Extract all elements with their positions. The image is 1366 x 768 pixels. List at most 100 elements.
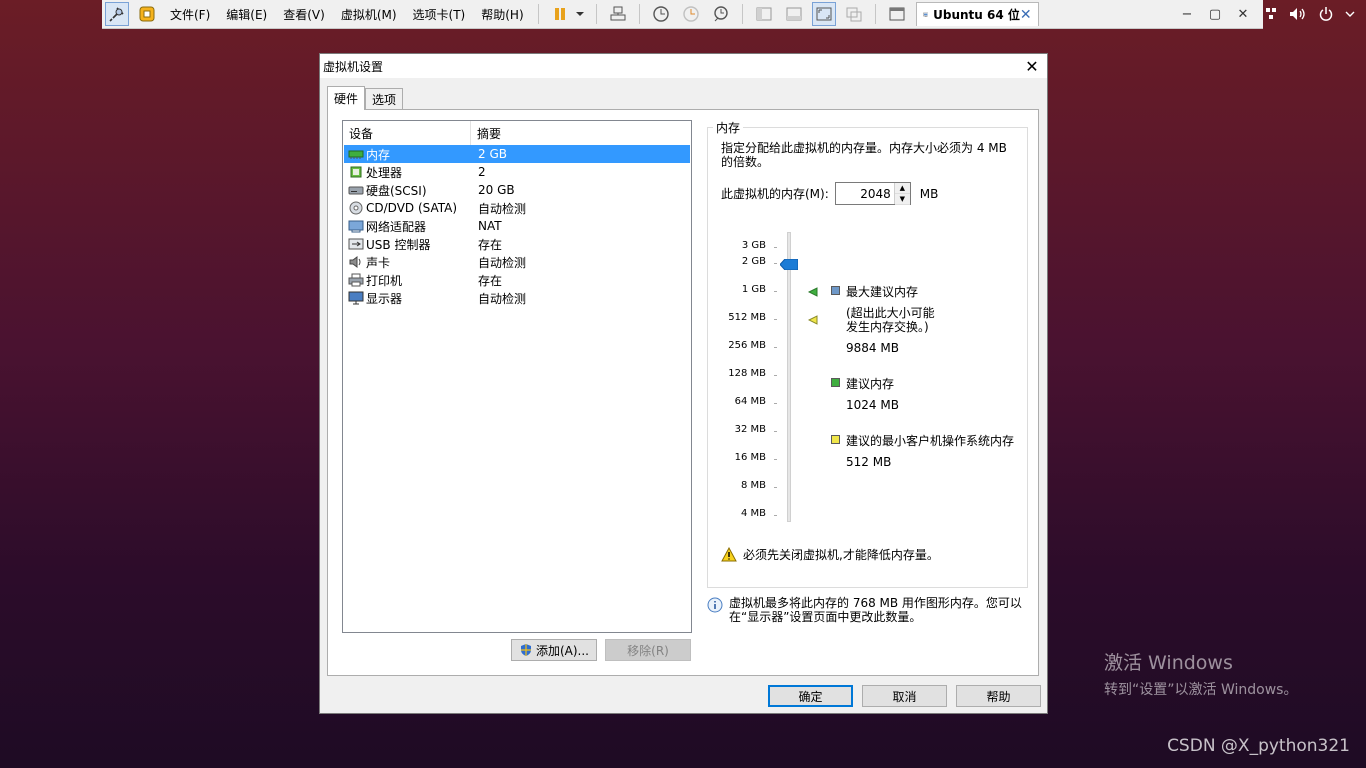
device-row[interactable]: 声卡 自动检测 [344, 253, 690, 271]
device-summary: 2 GB [478, 147, 507, 161]
toolbar-separator [537, 4, 539, 24]
fullscreen-icon[interactable] [811, 2, 836, 26]
menu-vm[interactable]: 虚拟机(M) [333, 6, 405, 23]
restore-icon[interactable]: ▢ [1201, 7, 1229, 22]
revert-snapshot-icon[interactable] [679, 2, 703, 26]
device-name: 硬盘(SCSI) [366, 183, 427, 198]
library-icon[interactable] [885, 2, 909, 26]
pin-icon[interactable] [105, 2, 129, 26]
device-cell: 显示器 [344, 290, 472, 307]
scale-tick [774, 459, 777, 460]
min-legend-swatch [831, 435, 840, 444]
thumbnail-bar-icon[interactable] [782, 2, 806, 26]
device-row[interactable]: 内存 2 GB [344, 145, 690, 163]
scale-label: 32 MB [734, 424, 766, 435]
tab-hardware[interactable]: 硬件 [327, 86, 366, 110]
device-name: 网络适配器 [366, 219, 427, 234]
menu-bar: 文件(F) 编辑(E) 查看(V) 虚拟机(M) 选项卡(T) 帮助(H) [162, 0, 532, 28]
activate-windows-subtitle: 转到“设置”以激活 Windows。 [1104, 682, 1298, 698]
device-row[interactable]: 显示器 自动检测 [344, 289, 690, 307]
info-icon [707, 597, 723, 613]
device-cell: CD/DVD (SATA) [344, 201, 472, 215]
sidebar-toggle-icon[interactable] [752, 2, 776, 26]
device-name: 打印机 [366, 273, 403, 288]
close-tab-icon[interactable]: ✕ [1020, 7, 1032, 23]
volume-icon[interactable] [1289, 7, 1307, 21]
window-controls: − ▢ ✕ [1173, 7, 1257, 22]
device-row[interactable]: 处理器 2 [344, 163, 690, 181]
pause-icon[interactable] [548, 2, 572, 26]
memory-decrease-icon[interactable]: ▼ [894, 194, 910, 205]
max-legend-note: (超出此大小可能发生内存交换。) [846, 306, 935, 334]
device-row[interactable]: 打印机 存在 [344, 271, 690, 289]
menu-edit[interactable]: 编辑(E) [218, 6, 275, 23]
memory-increase-icon[interactable]: ▲ [894, 183, 910, 194]
remove-device-button[interactable]: 移除(R) [605, 639, 691, 661]
device-summary: 自动检测 [478, 201, 527, 216]
dialog-title: 虚拟机设置 [323, 59, 384, 74]
network-tray-icon[interactable] [1265, 7, 1277, 21]
harddisk-icon [348, 186, 364, 195]
display-icon [348, 291, 364, 305]
vmware-logo-icon[interactable] [135, 2, 159, 26]
column-header-summary[interactable]: 摘要 [471, 125, 501, 142]
memory-slider-thumb[interactable] [780, 259, 798, 270]
device-summary: 存在 [478, 237, 503, 252]
scale-label: 256 MB [728, 340, 766, 351]
printer-icon [348, 273, 364, 287]
send-ctrl-alt-del-icon[interactable] [606, 2, 630, 26]
menu-help[interactable]: 帮助(H) [473, 6, 531, 23]
memory-unit: MB [919, 186, 939, 201]
device-row[interactable]: 硬盘(SCSI) 20 GB [344, 181, 690, 199]
menu-file[interactable]: 文件(F) [162, 6, 218, 23]
help-button[interactable]: 帮助 [956, 685, 1041, 707]
scale-tick [774, 347, 777, 348]
device-name: 声卡 [366, 255, 391, 270]
scale-tick [774, 263, 777, 264]
cpu-icon [350, 166, 362, 178]
device-row[interactable]: CD/DVD (SATA) 自动检测 [344, 199, 690, 217]
power-icon[interactable] [1319, 7, 1333, 21]
snapshot-manager-icon[interactable] [709, 2, 733, 26]
chevron-down-icon[interactable] [573, 2, 587, 26]
min-recommended-marker-icon [808, 315, 818, 325]
column-header-device[interactable]: 设备 [343, 121, 471, 145]
tray-chevron-down-icon[interactable] [1345, 10, 1355, 18]
memory-size-input[interactable] [835, 183, 894, 204]
dialog-close-icon[interactable]: ✕ [1017, 57, 1047, 76]
max-legend-value: 9884 MB [846, 341, 899, 355]
tab-ubuntu-vm[interactable]: Ubuntu 64 位 ✕ [915, 2, 1039, 26]
ok-button[interactable]: 确定 [768, 685, 853, 707]
usb-icon [348, 238, 364, 250]
device-name: 内存 [366, 147, 391, 162]
memory-slider-track[interactable] [787, 232, 791, 522]
tab-options[interactable]: 选项 [365, 88, 404, 110]
unity-icon[interactable] [842, 2, 866, 26]
scale-label: 1 GB [741, 284, 766, 295]
device-name: 显示器 [366, 291, 403, 306]
scale-label: 8 MB [740, 480, 766, 491]
add-device-button[interactable]: 添加(A)... [511, 639, 597, 661]
menu-tabs[interactable]: 选项卡(T) [405, 6, 474, 23]
device-rows: 内存 2 GB 处理器 2 硬盘(SCSI) 20 GB CD/DVD (SATA) 自动检测… [343, 145, 691, 307]
device-row[interactable]: USB 控制器 存在 [344, 235, 690, 253]
close-window-icon[interactable]: ✕ [1229, 7, 1257, 22]
max-legend-label: 最大建议内存 [846, 285, 919, 299]
menu-view[interactable]: 查看(V) [275, 6, 333, 23]
device-list-header: 设备 摘要 [343, 121, 691, 145]
csdn-watermark: CSDN @X_python321 [1167, 736, 1350, 756]
memory-icon [348, 150, 364, 159]
device-row[interactable]: 网络适配器 NAT [344, 217, 690, 235]
add-device-label: 添加(A)... [535, 643, 590, 658]
device-list[interactable]: 设备 摘要 内存 2 GB 处理器 2 硬盘(SCSI) 20 GB CD/DVD (SAT… [342, 120, 692, 633]
scale-label: 4 MB [740, 508, 766, 519]
graphics-memory-info-text: 虚拟机最多将此内存的 768 MB 用作图形内存。您可以在“显示器”设置页面中更… [729, 596, 1022, 624]
device-summary: 2 [478, 165, 486, 179]
cancel-button[interactable]: 取消 [862, 685, 947, 707]
scale-label: 512 MB [728, 312, 766, 323]
device-summary: 自动检测 [478, 255, 527, 270]
snapshot-icon[interactable] [649, 2, 673, 26]
device-name: CD/DVD (SATA) [366, 201, 458, 215]
minimize-icon[interactable]: − [1173, 7, 1201, 22]
device-summary: 自动检测 [478, 291, 527, 306]
